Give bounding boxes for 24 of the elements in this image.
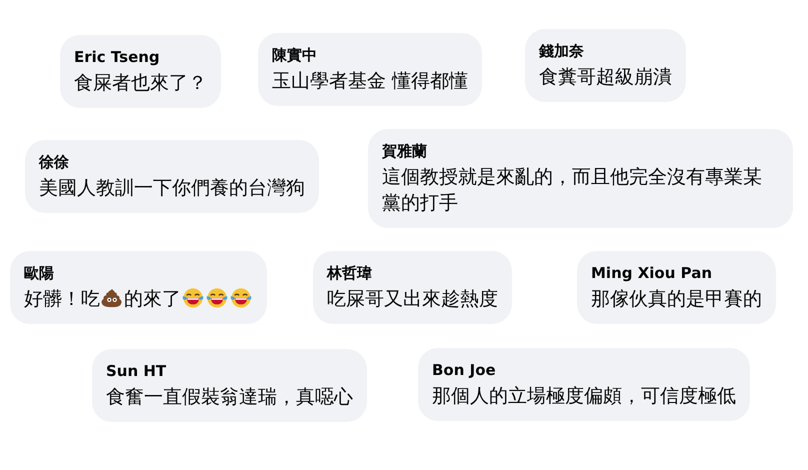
comment-text: 玉山學者基金 懂得都懂: [272, 69, 468, 94]
comment-text: 吃屎哥又出來趁熱度: [327, 287, 498, 312]
comment-author[interactable]: Sun HT: [106, 362, 353, 381]
comment-text: 食糞哥超級崩潰: [539, 65, 672, 90]
laughing-emoji-icon: [182, 287, 204, 309]
laughing-emoji-icon: [230, 287, 252, 309]
comment-author[interactable]: 錢加奈: [539, 42, 672, 61]
comment-text: 美國人教訓一下你們養的台灣狗: [39, 176, 305, 201]
comment-author[interactable]: 賀雅蘭: [382, 142, 779, 161]
comment-text: 這個教授就是來亂的，而且他完全沒有專業某黨的打手: [382, 165, 763, 216]
comment-text: 食奮一直假裝翁達瑞，真噁心: [106, 385, 353, 410]
comment-author[interactable]: 歐陽: [24, 264, 253, 283]
comment-text: 那個人的立場極度偏頗，可信度極低: [432, 384, 736, 409]
laughing-emoji-icon: [206, 287, 228, 309]
comment-author[interactable]: Ming Xiou Pan: [591, 264, 762, 283]
comment-author[interactable]: 陳實中: [272, 46, 468, 65]
comment-author[interactable]: 林哲瑋: [327, 264, 498, 283]
comment-author[interactable]: 徐徐: [39, 153, 305, 172]
poop-icon: [101, 287, 123, 309]
comment-text: 那傢伙真的是甲賽的: [591, 287, 762, 312]
comment-text: 好髒！吃 的來了: [24, 286, 253, 312]
comment-author[interactable]: Bon Joe: [432, 361, 736, 380]
comment-text: 食屎者也來了？: [74, 71, 207, 96]
comment-author[interactable]: Eric Tseng: [74, 48, 207, 67]
